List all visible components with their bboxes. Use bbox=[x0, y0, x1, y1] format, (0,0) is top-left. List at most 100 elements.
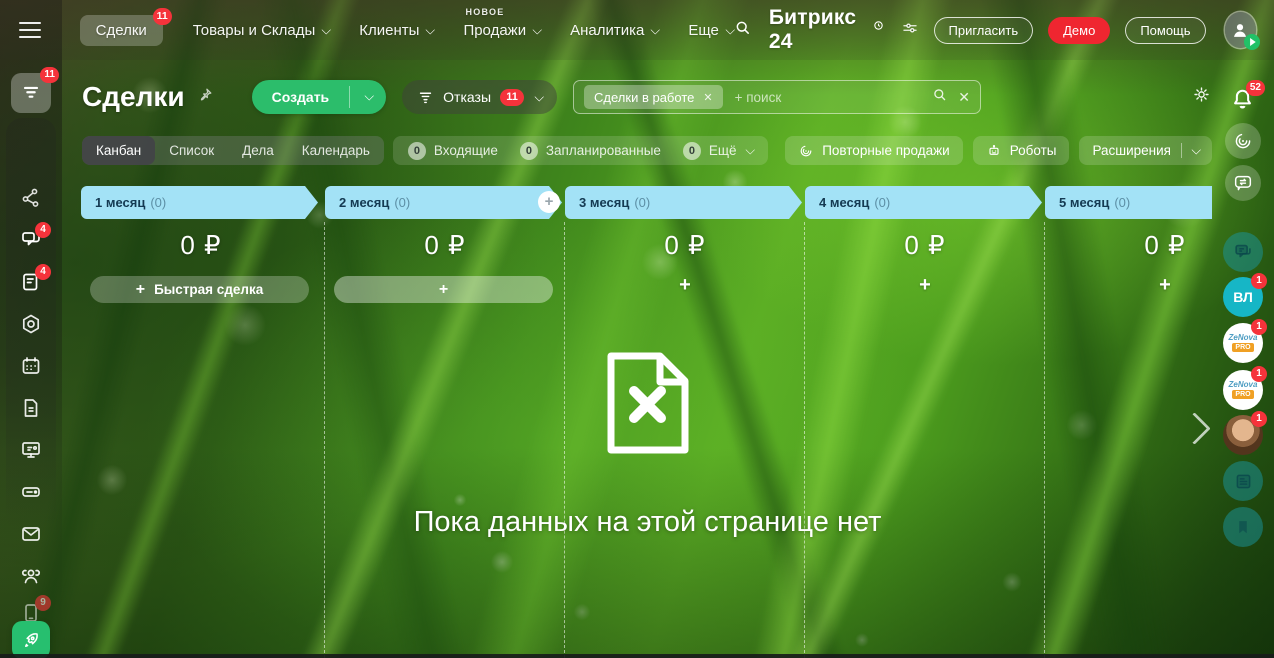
stage-header[interactable]: 2 месяц (0) bbox=[325, 186, 562, 219]
action-label: Роботы bbox=[1009, 143, 1057, 158]
search-input[interactable] bbox=[732, 88, 922, 106]
empty-state: Пока данных на этой странице нет bbox=[81, 350, 1214, 539]
tab-calendar[interactable]: Календарь bbox=[288, 136, 384, 165]
action-label: Повторные продажи bbox=[822, 143, 950, 158]
right-sidebar: 52 ВЛ 1 ZeNova PRO 1 ZeNova PRO 1 1 bbox=[1212, 60, 1274, 658]
clock-icon bbox=[873, 20, 883, 30]
help-button[interactable]: Помощь bbox=[1125, 16, 1206, 44]
chevron-down-icon bbox=[425, 24, 436, 35]
plus-icon: + bbox=[135, 280, 146, 298]
stage-name: 2 месяц bbox=[339, 195, 390, 210]
board-actions: Повторные продажи Роботы Расширения bbox=[785, 136, 1212, 165]
rejections-filter-button[interactable]: Отказы 11 bbox=[402, 80, 558, 114]
left-sidebar: 11 4 4 9 bbox=[0, 60, 62, 658]
kanban-board: 1 месяц (0) 0 ₽ + Быстрая сделка 2 месяц… bbox=[0, 186, 1274, 658]
menu-item-sales[interactable]: НОВОЕ Продажи bbox=[463, 7, 543, 39]
avatar-badge: 1 bbox=[1251, 319, 1267, 335]
search-icon[interactable] bbox=[931, 86, 948, 108]
menu-item-label: Еще bbox=[688, 21, 719, 39]
button-divider bbox=[1181, 143, 1182, 158]
create-deal-button[interactable]: Создать bbox=[252, 80, 350, 114]
crm-funnel-icon bbox=[23, 86, 39, 98]
menu-item-more[interactable]: Еще bbox=[688, 21, 736, 39]
chip-label: Сделки в работе bbox=[594, 89, 695, 105]
counter-incoming[interactable]: 0 Входящие bbox=[407, 141, 498, 160]
notifications-bell[interactable]: 52 bbox=[1229, 80, 1265, 114]
tab-kanban[interactable]: Канбан bbox=[82, 136, 156, 165]
search-icon[interactable] bbox=[733, 18, 752, 42]
chat-avatar-zenova-1[interactable]: ZeNova PRO 1 bbox=[1223, 319, 1267, 363]
sidebar-item-messenger[interactable]: 4 bbox=[19, 222, 51, 252]
top-menu: Сделки 11 Товары и Склады Клиенты НОВОЕ … bbox=[79, 7, 736, 46]
saved-messages-avatar[interactable] bbox=[1223, 507, 1263, 547]
sidebar-item-tasks[interactable]: 4 bbox=[19, 264, 51, 294]
invite-button[interactable]: Пригласить bbox=[933, 16, 1034, 44]
pin-icon[interactable] bbox=[197, 86, 214, 108]
stage-header[interactable]: 4 месяц (0) bbox=[805, 186, 1042, 219]
add-deal-button[interactable]: + bbox=[805, 274, 1045, 297]
sidebar-item-network[interactable] bbox=[19, 186, 43, 210]
sidebar-item-drive[interactable] bbox=[19, 480, 43, 504]
hamburger-menu-icon[interactable] bbox=[0, 28, 60, 32]
robots-button[interactable]: Роботы bbox=[972, 136, 1070, 165]
sidebar-item-crm[interactable]: 11 bbox=[11, 67, 59, 113]
chat-bubble-icon bbox=[1235, 244, 1251, 258]
board-settings-gear[interactable] bbox=[1191, 84, 1212, 110]
sidebar-item-calendar[interactable] bbox=[19, 354, 43, 378]
chat-sync-button[interactable] bbox=[1225, 165, 1261, 201]
demo-button[interactable]: Демо bbox=[1048, 16, 1111, 44]
stage-name: 4 месяц bbox=[819, 195, 870, 210]
stage-sum: 0 ₽ bbox=[424, 230, 466, 260]
sidebar-item-groups[interactable] bbox=[19, 564, 43, 588]
telephony-badge: 9 bbox=[35, 595, 51, 611]
stage-header[interactable]: 5 месяц (0) bbox=[1045, 186, 1212, 219]
sliders-icon[interactable] bbox=[901, 19, 919, 42]
extensions-button[interactable]: Расширения bbox=[1079, 136, 1212, 165]
chat-avatar-photo[interactable]: 1 bbox=[1223, 411, 1267, 455]
stage-count: (0) bbox=[874, 195, 891, 210]
stage-header[interactable]: 1 месяц (0) bbox=[81, 186, 318, 219]
counter-label: Ещё bbox=[708, 143, 737, 158]
menu-item-label: Продажи bbox=[463, 21, 527, 39]
add-deal-button[interactable]: + bbox=[334, 276, 553, 303]
add-stage-button[interactable]: + bbox=[538, 191, 560, 213]
chat-avatar-zenova-2[interactable]: ZeNova PRO 1 bbox=[1223, 366, 1267, 410]
menu-item-clients[interactable]: Клиенты bbox=[359, 22, 436, 39]
chat-avatar[interactable] bbox=[1223, 232, 1263, 272]
hexagon-icon bbox=[22, 314, 40, 334]
tab-activities[interactable]: Дела bbox=[228, 136, 288, 165]
menu-item-products[interactable]: Товары и Склады bbox=[193, 22, 332, 39]
bitrix24-logo[interactable]: Битрикс 24 bbox=[769, 6, 884, 54]
chat-arrows-icon bbox=[1234, 175, 1252, 191]
counter-value: 0 bbox=[407, 141, 426, 160]
counter-more[interactable]: 0 Ещё bbox=[682, 141, 755, 160]
sidebar-item-launchpad[interactable] bbox=[12, 621, 50, 658]
create-dropdown-button[interactable] bbox=[350, 80, 386, 114]
counter-planned[interactable]: 0 Запланированные bbox=[519, 141, 661, 160]
sidebar-item-documents[interactable] bbox=[19, 396, 43, 420]
quick-deal-button[interactable]: + Быстрая сделка bbox=[90, 276, 309, 303]
sidebar-item-marketing[interactable] bbox=[19, 438, 43, 462]
tab-list[interactable]: Список bbox=[155, 136, 228, 165]
user-avatar[interactable] bbox=[1224, 12, 1260, 50]
sidebar-item-mail[interactable] bbox=[19, 522, 43, 546]
zenova-pro-label: PRO bbox=[1232, 343, 1254, 352]
people-icon bbox=[21, 569, 41, 584]
avatar-badge: 1 bbox=[1251, 366, 1267, 382]
stage-header[interactable]: 3 месяц (0) bbox=[565, 186, 802, 219]
deals-search-bar[interactable]: Сделки в работе ✕ ✕ bbox=[573, 80, 982, 114]
menu-item-analytics[interactable]: Аналитика bbox=[570, 22, 661, 39]
avatar-badge: 1 bbox=[1251, 411, 1267, 427]
stage-count: (0) bbox=[1114, 195, 1131, 210]
chip-remove-icon[interactable]: ✕ bbox=[703, 91, 712, 104]
sidebar-item-sites[interactable] bbox=[19, 312, 43, 336]
timeline-spiral-button[interactable] bbox=[1225, 123, 1261, 159]
news-channel-avatar[interactable] bbox=[1223, 461, 1263, 501]
search-filter-chip[interactable]: Сделки в работе ✕ bbox=[584, 85, 723, 109]
search-clear-icon[interactable]: ✕ bbox=[958, 89, 970, 106]
menu-item-deals[interactable]: Сделки 11 bbox=[79, 7, 172, 46]
chat-avatar-vl[interactable]: ВЛ 1 bbox=[1223, 273, 1267, 317]
robot-icon bbox=[989, 144, 999, 155]
add-deal-button[interactable]: + bbox=[565, 274, 805, 297]
repeat-sales-button[interactable]: Повторные продажи bbox=[785, 136, 963, 165]
